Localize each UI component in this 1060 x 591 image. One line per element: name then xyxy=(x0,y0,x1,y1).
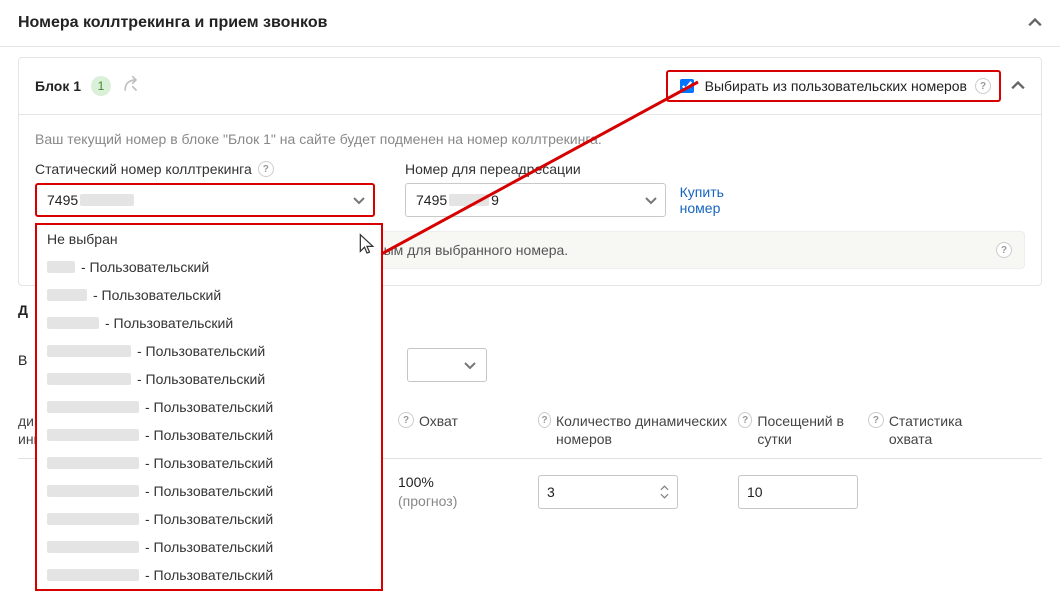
user-numbers-checkbox-input[interactable] xyxy=(680,79,694,93)
col-coverage: Охват xyxy=(419,412,458,430)
chevron-up-icon[interactable] xyxy=(1028,16,1042,30)
hidden-section-v: В xyxy=(18,352,27,368)
col-dyn-count: Количество динамических номеров xyxy=(556,412,738,448)
help-icon[interactable]: ? xyxy=(868,412,884,428)
dropdown-option[interactable]: - Пользовательский xyxy=(37,533,381,561)
col-visits: Посещений в сутки xyxy=(757,412,868,448)
help-icon[interactable]: ? xyxy=(398,412,414,428)
dropdown-option[interactable]: - Пользовательский xyxy=(37,477,381,505)
static-number-select[interactable]: 7495 xyxy=(35,183,375,217)
static-number-label: Статический номер коллтрекинга xyxy=(35,161,252,177)
dropdown-option[interactable]: - Пользовательский xyxy=(37,281,381,309)
dropdown-option[interactable]: - Пользовательский xyxy=(37,393,381,421)
visits-input[interactable]: 10 xyxy=(738,475,858,509)
help-icon[interactable]: ? xyxy=(258,161,274,177)
dynamic-count-input[interactable]: 3 xyxy=(538,475,678,509)
dropdown-option[interactable]: - Пользовательский xyxy=(37,505,381,533)
coverage-value: 100% xyxy=(398,473,538,491)
forward-number-select[interactable]: 7495 9 xyxy=(405,183,666,217)
count-badge: 1 xyxy=(91,76,111,96)
forward-number-label: Номер для переадресации xyxy=(405,161,581,177)
dropdown-option[interactable]: - Пользовательский xyxy=(37,337,381,365)
coverage-sub: (прогноз) xyxy=(398,492,538,510)
dropdown-option[interactable]: - Пользовательский xyxy=(37,365,381,393)
user-numbers-checkbox-label: Выбирать из пользовательских номеров xyxy=(705,78,967,94)
dropdown-option[interactable]: - Пользовательский xyxy=(37,449,381,477)
section-title: Номера коллтрекинга и прием звонков xyxy=(18,14,327,32)
help-icon[interactable]: ? xyxy=(996,242,1012,258)
dropdown-option[interactable]: - Пользовательский xyxy=(37,253,381,281)
routing-icon xyxy=(121,75,141,98)
help-icon[interactable]: ? xyxy=(738,412,752,428)
block-panel: Блок 1 1 Выбирать из пользовательских но… xyxy=(18,57,1042,286)
static-number-dropdown[interactable]: Не выбран - Пользовательский - Пользоват… xyxy=(35,223,383,591)
chevron-down-icon xyxy=(645,194,657,206)
dropdown-option[interactable]: - Пользовательский xyxy=(37,309,381,337)
col-stats: Статистика охвата xyxy=(889,412,1008,448)
forward-number-suffix: 9 xyxy=(491,192,499,208)
dropdown-option[interactable]: - Пользовательский xyxy=(37,561,381,589)
help-icon[interactable]: ? xyxy=(975,78,991,94)
block-title: Блок 1 xyxy=(35,78,81,94)
forward-number-prefix: 7495 xyxy=(416,192,447,208)
user-numbers-checkbox[interactable]: Выбирать из пользовательских номеров ? xyxy=(666,70,1001,102)
hidden-select[interactable] xyxy=(407,348,487,382)
dropdown-option[interactable]: - Пользовательский xyxy=(37,421,381,449)
stepper-icon[interactable] xyxy=(660,485,669,499)
chevron-down-icon xyxy=(353,194,365,206)
buy-number-link[interactable]: Купить номер xyxy=(680,183,745,217)
block-description: Ваш текущий номер в блоке "Блок 1" на са… xyxy=(35,131,1025,147)
chevron-up-icon[interactable] xyxy=(1011,79,1025,93)
static-number-value: 7495 xyxy=(47,192,78,208)
dropdown-option-none[interactable]: Не выбран xyxy=(37,225,381,253)
chevron-down-icon xyxy=(464,359,476,371)
help-icon[interactable]: ? xyxy=(538,412,551,428)
